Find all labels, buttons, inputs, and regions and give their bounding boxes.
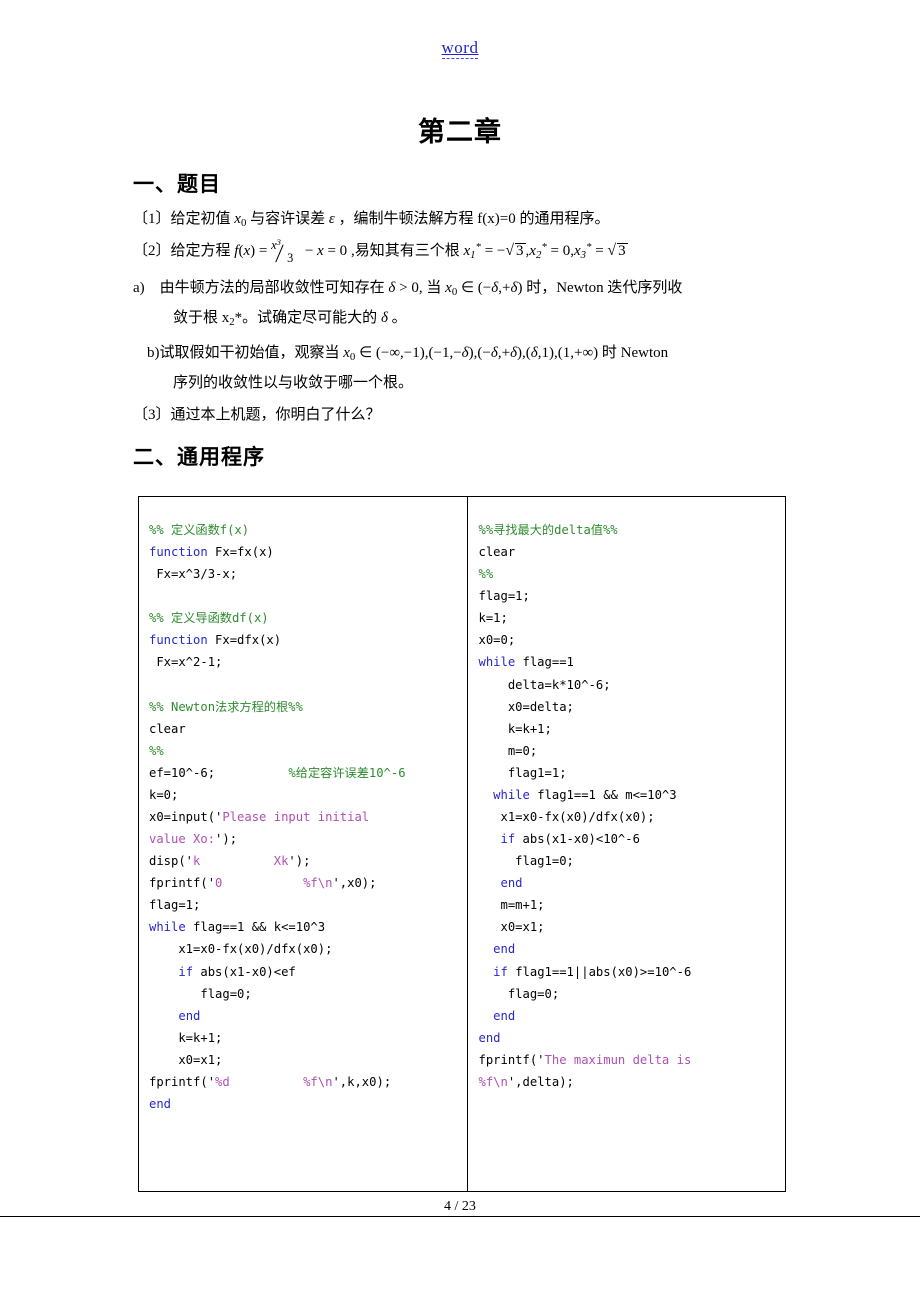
question-2a-line1: a) 由牛顿方法的局部收敛性可知存在 δ > 0, 当 x0 ∈ (−δ,+δ)… bbox=[133, 279, 683, 298]
document-title: 第二章 bbox=[418, 117, 502, 148]
code-cell-right: %%寻找最大的delta值%% clear %% flag=1; k=1; x0… bbox=[468, 497, 785, 1191]
question-2a-line2: 敛于根 x2*。试确定尽可能大的 δ 。 bbox=[173, 310, 407, 329]
math-root-1: x1* bbox=[463, 240, 481, 261]
question-2b-line1: b)试取假如干初始值，观察当 x0 ∈ (−∞,−1),(−1,−δ),(−δ,… bbox=[147, 344, 669, 363]
code-block-left: %% 定义函数f(x) function Fx=fx(x) Fx=x^3/3-x… bbox=[149, 523, 406, 1112]
page-number-text: 4 / 23 bbox=[437, 1199, 483, 1214]
math-delta: δ bbox=[380, 310, 388, 327]
footer-divider bbox=[0, 1216, 920, 1217]
math-x0: x0 bbox=[445, 279, 458, 298]
list-marker-a: a) bbox=[133, 279, 145, 296]
question-1: 〔1〕给定初值 x0 与容许误差 ε ，编制牛顿法解方程 f(x)=0 的通用程… bbox=[133, 211, 610, 230]
code-block-right: %%寻找最大的delta值%% clear %% flag=1; k=1; x0… bbox=[478, 523, 692, 1089]
math-root-3: x3* bbox=[573, 240, 592, 261]
section-heading-2: 二、通用程序 bbox=[133, 444, 265, 469]
math-x0: x0 bbox=[234, 211, 247, 230]
math-root-2: x2* bbox=[529, 240, 547, 261]
word-link[interactable]: word bbox=[441, 38, 479, 59]
question-1-prefix: 〔1〕给定初值 bbox=[133, 211, 235, 227]
question-3: 〔3〕通过本上机题，你明白了什么？ bbox=[133, 406, 381, 423]
document-body: 一、题目 〔1〕给定初值 x0 与容许误差 ε ，编制牛顿法解方程 f(x)=0… bbox=[133, 168, 793, 481]
math-fraction-x3-over-3: x3 3 bbox=[271, 236, 294, 265]
document-page: word 第二章 一、题目 〔1〕给定初值 x0 与容许误差 ε ，编制牛顿法解… bbox=[0, 0, 920, 1302]
page-number: 4 / 23 bbox=[0, 1199, 920, 1215]
section-heading-1: 一、题目 bbox=[133, 172, 221, 196]
math-x0: x0 bbox=[343, 344, 356, 363]
code-cell-left: %% 定义函数f(x) function Fx=fx(x) Fx=x^3/3-x… bbox=[139, 497, 469, 1191]
page-header: word bbox=[0, 38, 920, 59]
code-table: %% 定义函数f(x) function Fx=fx(x) Fx=x^3/3-x… bbox=[138, 496, 786, 1192]
question-2b-line2: 序列的收敛性以与收敛于哪一个根。 bbox=[173, 375, 414, 392]
question-2: 〔2〕给定方程 f(x) = x3 3 − x = 0 ,易知其有三个根 x1* … bbox=[133, 236, 628, 265]
